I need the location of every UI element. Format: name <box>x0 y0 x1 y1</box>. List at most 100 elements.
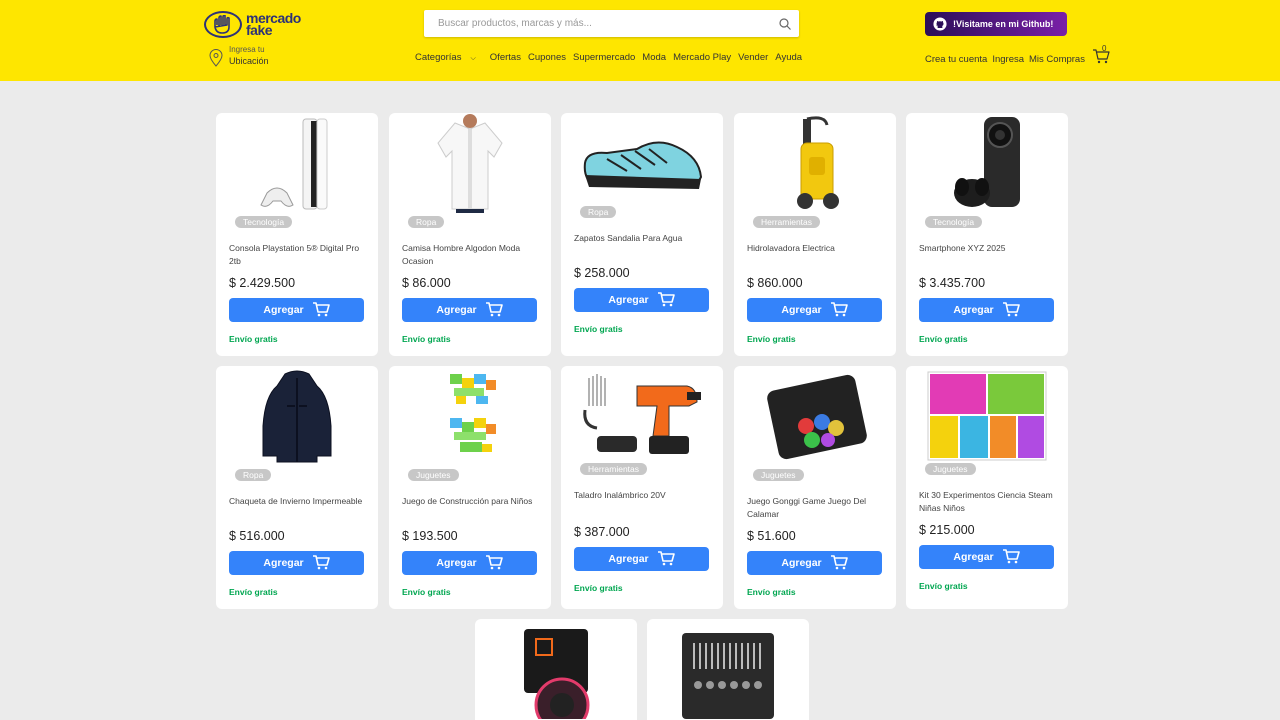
category-badge: Ropa <box>235 469 272 481</box>
cart-button[interactable]: 0 <box>1092 44 1110 67</box>
add-to-cart-button[interactable]: Agregar <box>747 551 882 575</box>
cart-count: 0 <box>1101 44 1107 53</box>
product-image[interactable] <box>734 113 896 213</box>
product-title[interactable]: Juego de Construcción para Niños <box>402 495 542 508</box>
github-button[interactable]: !Visitame en mi Github! <box>925 12 1067 36</box>
nav-item-categorias[interactable]: Categorías ⌵ <box>415 52 483 63</box>
nav-item-moda[interactable]: Moda <box>642 52 666 63</box>
my-purchases-link[interactable]: Mis Compras <box>1029 54 1085 65</box>
product-image[interactable] <box>734 366 896 466</box>
github-button-label: !Visitame en mi Github! <box>953 19 1054 29</box>
product-card[interactable]: Ropa Camisa Hombre Algodon Moda Ocasion $ … <box>389 113 551 356</box>
add-to-cart-button[interactable]: Agregar <box>747 298 882 322</box>
cart-icon <box>649 550 675 569</box>
add-to-cart-label: Agregar <box>608 553 649 565</box>
github-icon <box>933 17 947 31</box>
product-card[interactable]: Juguetes Juego de Construcción para Niños… <box>389 366 551 609</box>
product-image[interactable] <box>389 113 551 213</box>
login-link[interactable]: Ingresa <box>992 54 1024 65</box>
product-card[interactable] <box>475 619 637 720</box>
nav-item-ofertas[interactable]: Ofertas <box>490 52 521 63</box>
cart-icon <box>1092 49 1110 64</box>
location-label: Ubicación <box>229 56 269 66</box>
add-to-cart-button[interactable]: Agregar <box>919 298 1054 322</box>
product-image[interactable] <box>561 113 723 213</box>
product-title[interactable]: Juego Gonggi Game Juego Del Calamar <box>747 495 887 521</box>
product-image[interactable] <box>475 619 637 719</box>
search-input[interactable] <box>424 10 769 37</box>
product-price: $ 2.429.500 <box>229 276 296 290</box>
add-to-cart-label: Agregar <box>263 304 304 316</box>
add-to-cart-label: Agregar <box>608 294 649 306</box>
product-card[interactable]: Herramientas Taladro Inalámbrico 20V $ 387… <box>561 366 723 609</box>
cart-icon <box>822 301 848 320</box>
product-title[interactable]: Smartphone XYZ 2025 <box>919 242 1059 255</box>
product-image[interactable] <box>216 113 378 213</box>
main-nav: Categorías ⌵ Ofertas Cupones Supermercado… <box>415 52 809 63</box>
product-card[interactable]: Tecnología Consola Playstation 5® Digital… <box>216 113 378 356</box>
free-shipping-label: Envío gratis <box>747 587 796 597</box>
cart-icon <box>477 554 503 573</box>
product-image[interactable] <box>216 366 378 466</box>
product-title[interactable]: Camisa Hombre Algodon Moda Ocasion <box>402 242 542 268</box>
nav-item-mercado-play[interactable]: Mercado Play <box>673 52 731 63</box>
product-image[interactable] <box>561 366 723 466</box>
product-card[interactable]: Ropa Zapatos Sandalia Para Agua $ 258.000 A… <box>561 113 723 356</box>
search-icon[interactable] <box>769 10 799 37</box>
category-badge: Tecnología <box>925 216 983 228</box>
product-card[interactable]: Tecnología Smartphone XYZ 2025 $ 3.435.700… <box>906 113 1068 356</box>
product-price: $ 86.000 <box>402 276 451 290</box>
product-card[interactable]: Ropa Chaqueta de Invierno Impermeable $ 51… <box>216 366 378 609</box>
cart-icon <box>649 291 675 310</box>
product-image[interactable] <box>647 619 809 719</box>
product-title[interactable]: Zapatos Sandalia Para Agua <box>574 232 714 245</box>
free-shipping-label: Envío gratis <box>402 334 451 344</box>
cart-icon <box>304 301 330 320</box>
cart-icon <box>822 554 848 573</box>
logo-text: mercado fake <box>246 10 301 38</box>
category-badge: Juguetes <box>408 469 459 481</box>
add-to-cart-button[interactable]: Agregar <box>229 551 364 575</box>
add-to-cart-button[interactable]: Agregar <box>229 298 364 322</box>
product-card[interactable]: Juguetes Juego Gonggi Game Juego Del Cala… <box>734 366 896 609</box>
account-nav: Crea tu cuenta Ingresa Mis Compras 0 <box>925 44 1110 67</box>
add-to-cart-label: Agregar <box>781 304 822 316</box>
product-image[interactable] <box>906 366 1068 466</box>
cart-icon <box>994 301 1020 320</box>
add-to-cart-button[interactable]: Agregar <box>402 298 537 322</box>
add-to-cart-label: Agregar <box>436 557 477 569</box>
free-shipping-label: Envío gratis <box>402 587 451 597</box>
free-shipping-label: Envío gratis <box>229 587 278 597</box>
free-shipping-label: Envío gratis <box>574 583 623 593</box>
product-image[interactable] <box>906 113 1068 213</box>
add-to-cart-label: Agregar <box>436 304 477 316</box>
product-card[interactable] <box>647 619 809 720</box>
product-price: $ 258.000 <box>574 266 630 280</box>
logo[interactable]: mercado fake <box>204 9 314 39</box>
location-pin-icon <box>209 49 223 67</box>
cart-icon <box>994 548 1020 567</box>
add-to-cart-button[interactable]: Agregar <box>574 288 709 312</box>
create-account-link[interactable]: Crea tu cuenta <box>925 54 987 65</box>
product-title[interactable]: Taladro Inalámbrico 20V <box>574 489 714 502</box>
product-price: $ 860.000 <box>747 276 803 290</box>
category-badge: Juguetes <box>925 463 976 475</box>
nav-item-supermercado[interactable]: Supermercado <box>573 52 635 63</box>
product-image[interactable] <box>389 366 551 466</box>
cart-icon <box>304 554 330 573</box>
nav-item-cupones[interactable]: Cupones <box>528 52 566 63</box>
nav-item-ayuda[interactable]: Ayuda <box>775 52 802 63</box>
add-to-cart-button[interactable]: Agregar <box>402 551 537 575</box>
product-card[interactable]: Herramientas Hidrolavadora Electrica $ 860… <box>734 113 896 356</box>
product-title[interactable]: Chaqueta de Invierno Impermeable <box>229 495 369 508</box>
add-to-cart-button[interactable]: Agregar <box>574 547 709 571</box>
free-shipping-label: Envío gratis <box>747 334 796 344</box>
add-to-cart-button[interactable]: Agregar <box>919 545 1054 569</box>
header: mercado fake !Visitame en mi Github! Ing… <box>0 0 1280 81</box>
product-title[interactable]: Hidrolavadora Electrica <box>747 242 887 255</box>
product-card[interactable]: Juguetes Kit 30 Experimentos Ciencia Stea… <box>906 366 1068 609</box>
nav-item-vender[interactable]: Vender <box>738 52 768 63</box>
location-selector[interactable]: Ingresa tu Ubicación <box>209 44 269 68</box>
product-title[interactable]: Kit 30 Experimentos Ciencia Steam Niñas … <box>919 489 1059 515</box>
product-title[interactable]: Consola Playstation 5® Digital Pro 2tb <box>229 242 369 268</box>
